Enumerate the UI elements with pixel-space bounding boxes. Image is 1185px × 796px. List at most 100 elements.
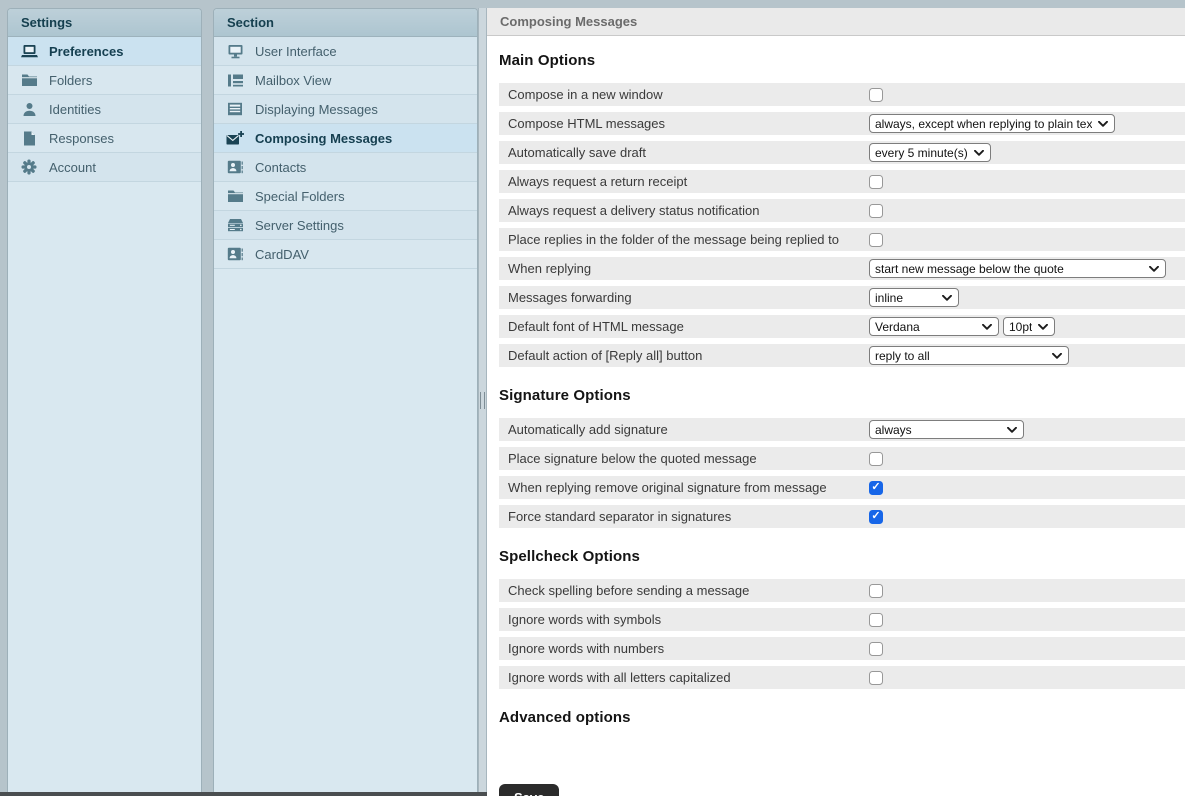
option-row-always-request-a-return-receipt: Always request a return receipt xyxy=(499,170,1185,193)
settings-item-responses[interactable]: Responses xyxy=(8,124,201,153)
compose-html-messages-select[interactable]: always, except when replying to plain te… xyxy=(869,114,1115,133)
mailbox-view-icon xyxy=(225,72,245,88)
section-item-label: Server Settings xyxy=(255,218,344,233)
place-replies-in-the-folder-of-the-message-being-replied-to-checkbox[interactable] xyxy=(869,233,883,247)
settings-item-label: Preferences xyxy=(49,44,123,59)
option-row-check-spelling-before-sending-a-message: Check spelling before sending a message xyxy=(499,579,1185,602)
automatically-save-draft-select[interactable]: every 5 minute(s) xyxy=(869,143,991,162)
section-item-composing-messages[interactable]: Composing Messages xyxy=(214,124,477,153)
messages-forwarding-select[interactable]: inline xyxy=(869,288,959,307)
folder-icon xyxy=(225,188,245,204)
option-label: Automatically save draft xyxy=(508,145,869,160)
option-label: Default action of [Reply all] button xyxy=(508,348,869,363)
contact-card-icon xyxy=(225,159,245,175)
option-label: Check spelling before sending a message xyxy=(508,583,869,598)
group-spellcheck-options: Spellcheck OptionsCheck spelling before … xyxy=(499,548,1185,689)
option-label: Ignore words with symbols xyxy=(508,612,869,627)
option-row-place-signature-below-the-quoted-message: Place signature below the quoted message xyxy=(499,447,1185,470)
group-heading: Main Options xyxy=(499,52,1185,69)
control-area: inline xyxy=(869,288,959,307)
option-label: When replying remove original signature … xyxy=(508,480,869,495)
section-item-special-folders[interactable]: Special Folders xyxy=(214,182,477,211)
monitor-icon xyxy=(225,43,245,59)
compose-in-a-new-window-checkbox[interactable] xyxy=(869,88,883,102)
section-list: User Interface Mailbox ViewDisplaying Mes… xyxy=(214,37,477,269)
settings-item-folders[interactable]: Folders xyxy=(8,66,201,95)
section-item-label: Composing Messages xyxy=(255,131,392,146)
section-item-label: Contacts xyxy=(255,160,306,175)
settings-item-preferences[interactable]: Preferences xyxy=(8,37,201,66)
when-replying-select-value: start new message below the quote xyxy=(875,262,1064,276)
chevron-down-icon xyxy=(974,150,984,156)
control-area: always xyxy=(869,420,1024,439)
group-heading: Advanced options xyxy=(499,709,1185,726)
when-replying-select[interactable]: start new message below the quote xyxy=(869,259,1166,278)
option-row-force-standard-separator-in-signatures: Force standard separator in signatures xyxy=(499,505,1185,528)
settings-item-label: Identities xyxy=(49,102,101,117)
option-row-ignore-words-with-symbols: Ignore words with symbols xyxy=(499,608,1185,631)
option-label: Ignore words with all letters capitalize… xyxy=(508,670,869,685)
control-area xyxy=(869,175,883,189)
compose-message-icon xyxy=(225,130,245,146)
force-standard-separator-in-signatures-checkbox[interactable] xyxy=(869,510,883,524)
option-row-automatically-save-draft: Automatically save draftevery 5 minute(s… xyxy=(499,141,1185,164)
settings-item-identities[interactable]: Identities xyxy=(8,95,201,124)
control-area xyxy=(869,584,883,598)
option-row-compose-in-a-new-window: Compose in a new window xyxy=(499,83,1185,106)
save-button[interactable]: Save xyxy=(499,784,559,796)
chevron-down-icon xyxy=(1098,121,1108,127)
automatically-add-signature-select-value: always xyxy=(875,423,912,437)
folder-icon xyxy=(19,72,39,88)
section-item-carddav[interactable]: CardDAV xyxy=(214,240,477,269)
section-item-label: User Interface xyxy=(255,44,337,59)
automatically-add-signature-select[interactable]: always xyxy=(869,420,1024,439)
ignore-words-with-symbols-checkbox[interactable] xyxy=(869,613,883,627)
ignore-words-with-numbers-checkbox[interactable] xyxy=(869,642,883,656)
displaying-messages-icon xyxy=(225,101,245,117)
option-row-default-action-of-reply-all-button: Default action of [Reply all] button repl… xyxy=(499,344,1185,367)
section-item-user-interface[interactable]: User Interface xyxy=(214,37,477,66)
window-bottom-edge xyxy=(0,792,487,796)
settings-item-account[interactable]: Account xyxy=(8,153,201,182)
section-item-displaying-messages[interactable]: Displaying Messages xyxy=(214,95,477,124)
control-area xyxy=(869,613,883,627)
messages-forwarding-select-value: inline xyxy=(875,291,903,305)
control-area xyxy=(869,88,883,102)
when-replying-remove-original-signature-from-message-checkbox[interactable] xyxy=(869,481,883,495)
person-icon xyxy=(19,101,39,117)
option-label: Automatically add signature xyxy=(508,422,869,437)
panel-splitter[interactable] xyxy=(478,8,487,792)
always-request-a-return-receipt-checkbox[interactable] xyxy=(869,175,883,189)
option-row-default-font-of-html-message: Default font of HTML messageVerdana10pt xyxy=(499,315,1185,338)
control-area: every 5 minute(s) xyxy=(869,143,991,162)
group-signature-options: Signature OptionsAutomatically add signa… xyxy=(499,387,1185,528)
option-label: Force standard separator in signatures xyxy=(508,509,869,524)
section-item-mailbox-view[interactable]: Mailbox View xyxy=(214,66,477,95)
group-advanced-options: Advanced options xyxy=(499,709,1185,726)
section-item-contacts[interactable]: Contacts xyxy=(214,153,477,182)
contact-card-icon xyxy=(225,246,245,262)
place-signature-below-the-quoted-message-checkbox[interactable] xyxy=(869,452,883,466)
option-label: Place replies in the folder of the messa… xyxy=(508,232,869,247)
settings-item-label: Account xyxy=(49,160,96,175)
settings-panel: Settings PreferencesFoldersIdentitiesRes… xyxy=(7,8,202,792)
option-row-place-replies-in-the-folder-of-the-message-being-replied-to: Place replies in the folder of the messa… xyxy=(499,228,1185,251)
default-action-of-reply-all-button-select[interactable]: reply to all xyxy=(869,346,1069,365)
gear-icon xyxy=(19,159,39,175)
option-row-when-replying: When replyingstart new message below the… xyxy=(499,257,1185,280)
default-font-of-html-message-2-select-value: 10pt xyxy=(1009,320,1032,334)
option-label: Compose in a new window xyxy=(508,87,869,102)
default-font-of-html-message-1-select[interactable]: Verdana xyxy=(869,317,999,336)
check-spelling-before-sending-a-message-checkbox[interactable] xyxy=(869,584,883,598)
option-label: Compose HTML messages xyxy=(508,116,869,131)
chevron-down-icon xyxy=(942,295,952,301)
option-label: Place signature below the quoted message xyxy=(508,451,869,466)
default-font-of-html-message-2-select[interactable]: 10pt xyxy=(1003,317,1055,336)
option-row-automatically-add-signature: Automatically add signature always xyxy=(499,418,1185,441)
ignore-words-with-all-letters-capitalized-checkbox[interactable] xyxy=(869,671,883,685)
control-area: Verdana 10pt xyxy=(869,317,1055,336)
section-item-server-settings[interactable]: Server Settings xyxy=(214,211,477,240)
always-request-a-delivery-status-notification-checkbox[interactable] xyxy=(869,204,883,218)
laptop-icon xyxy=(19,43,39,59)
default-action-of-reply-all-button-select-value: reply to all xyxy=(875,349,930,363)
